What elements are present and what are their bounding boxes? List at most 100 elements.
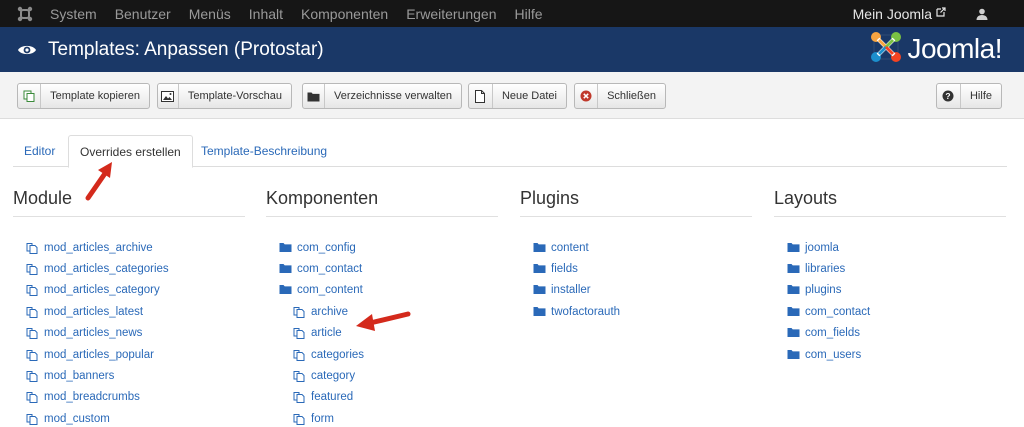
list-item-label: installer bbox=[551, 284, 591, 297]
user-icon[interactable] bbox=[976, 7, 990, 21]
plugins-column: Plugins content fields installer twofact… bbox=[520, 188, 752, 323]
manage-folders-button[interactable]: Verzeichnisse verwalten bbox=[302, 83, 462, 109]
list-item[interactable]: category bbox=[266, 365, 498, 386]
joomla-logo-icon[interactable] bbox=[16, 5, 34, 23]
folder-icon bbox=[279, 263, 292, 275]
list-item[interactable]: libraries bbox=[774, 258, 1006, 279]
file-icon bbox=[293, 327, 306, 340]
list-item[interactable]: form bbox=[266, 408, 498, 427]
file-icon bbox=[26, 263, 39, 276]
toolbar: Template kopieren Template-Vorschau Verz… bbox=[0, 72, 1024, 119]
list-item-label: mod_banners bbox=[44, 370, 115, 383]
menu-components[interactable]: Komponenten bbox=[301, 6, 388, 22]
folder-icon bbox=[787, 284, 800, 296]
list-item[interactable]: mod_articles_categories bbox=[13, 258, 245, 279]
joomla-brand: Joomla! bbox=[869, 31, 1002, 67]
list-item[interactable]: twofactorauth bbox=[520, 301, 752, 322]
folder-icon bbox=[787, 263, 800, 275]
list-item-label: archive bbox=[311, 305, 349, 318]
file-icon bbox=[293, 306, 306, 318]
folder-icon bbox=[533, 263, 546, 275]
list-item[interactable]: mod_articles_category bbox=[13, 280, 245, 301]
layouts-list: joomla libraries plugins com_contact com… bbox=[774, 237, 1006, 365]
list-item[interactable]: content bbox=[520, 237, 752, 258]
eye-icon bbox=[17, 43, 37, 57]
question-icon: ? bbox=[937, 84, 961, 108]
svg-text:?: ? bbox=[946, 91, 951, 101]
list-item-label: fields bbox=[551, 263, 578, 276]
list-item[interactable]: mod_custom bbox=[13, 408, 245, 427]
menu-extensions[interactable]: Erweiterungen bbox=[406, 6, 496, 22]
list-item-label: content bbox=[551, 241, 589, 254]
list-item-label: com_contact bbox=[297, 263, 363, 276]
file-icon bbox=[26, 370, 39, 383]
file-icon bbox=[469, 84, 493, 108]
list-item[interactable]: featured bbox=[266, 387, 498, 408]
menu-help[interactable]: Hilfe bbox=[514, 6, 542, 22]
menu-system[interactable]: System bbox=[50, 6, 97, 22]
list-item[interactable]: com_contact bbox=[266, 258, 498, 279]
list-item[interactable]: mod_articles_news bbox=[13, 323, 245, 344]
folder-icon bbox=[787, 242, 800, 254]
annotation-arrow-tab bbox=[85, 162, 112, 201]
copy-icon bbox=[18, 84, 42, 108]
list-item[interactable]: installer bbox=[520, 280, 752, 301]
menu-menus[interactable]: Menüs bbox=[189, 6, 231, 22]
list-item[interactable]: mod_articles_popular bbox=[13, 344, 245, 365]
file-icon bbox=[26, 413, 39, 425]
list-item-label: com_config bbox=[297, 241, 356, 254]
list-item[interactable]: mod_articles_latest bbox=[13, 301, 245, 322]
list-item[interactable]: joomla bbox=[774, 237, 1006, 258]
list-item-label: mod_articles_news bbox=[44, 327, 143, 340]
tab-editor[interactable]: Editor bbox=[13, 135, 66, 167]
list-item[interactable]: mod_breadcrumbs bbox=[13, 387, 245, 408]
file-icon bbox=[26, 306, 39, 318]
close-button[interactable]: Schließen bbox=[574, 83, 666, 109]
copy-template-button[interactable]: Template kopieren bbox=[17, 83, 150, 109]
file-icon bbox=[26, 349, 39, 361]
list-item-label: com_users bbox=[805, 348, 862, 361]
list-item[interactable]: plugins bbox=[774, 280, 1006, 301]
menu-users[interactable]: Benutzer bbox=[115, 6, 171, 22]
page-title: Templates: Anpassen (Protostar) bbox=[48, 38, 324, 60]
folder-icon bbox=[533, 306, 546, 318]
layouts-column: Layouts joomla libraries plugins com_con… bbox=[774, 188, 1006, 365]
new-file-button[interactable]: Neue Datei bbox=[468, 83, 567, 109]
list-item-label: category bbox=[311, 370, 356, 383]
list-item[interactable]: com_users bbox=[774, 344, 1006, 365]
module-list: mod_articles_archive mod_articles_catego… bbox=[13, 237, 245, 427]
list-item[interactable]: com_content bbox=[266, 280, 498, 301]
list-item-label: article bbox=[311, 327, 342, 340]
list-item[interactable]: mod_articles_archive bbox=[13, 237, 245, 258]
tab-template-description[interactable]: Template-Beschreibung bbox=[190, 135, 338, 167]
list-item-label: featured bbox=[311, 391, 354, 404]
list-item-label: plugins bbox=[805, 284, 842, 297]
help-button[interactable]: ? Hilfe bbox=[936, 83, 1002, 109]
site-link[interactable]: Mein Joomla bbox=[853, 6, 946, 22]
list-item-label: mod_articles_archive bbox=[44, 241, 153, 254]
list-item[interactable]: fields bbox=[520, 258, 752, 279]
list-item-label: com_fields bbox=[805, 327, 860, 340]
folder-icon bbox=[533, 284, 546, 296]
file-icon bbox=[26, 391, 39, 404]
folder-icon bbox=[279, 242, 292, 254]
manage-folders-label: Verzeichnisse verwalten bbox=[333, 90, 452, 102]
list-item-label: joomla bbox=[805, 241, 839, 254]
list-item[interactable]: categories bbox=[266, 344, 498, 365]
help-label: Hilfe bbox=[969, 90, 992, 102]
file-icon bbox=[26, 284, 39, 297]
joomla-brand-icon bbox=[869, 30, 903, 69]
folder-icon bbox=[303, 84, 325, 108]
list-item[interactable]: com_config bbox=[266, 237, 498, 258]
tab-bar: Editor Overrides erstellen Template-Besc… bbox=[13, 135, 1007, 168]
list-item[interactable]: com_fields bbox=[774, 323, 1006, 344]
list-item-label: mod_articles_popular bbox=[44, 348, 154, 361]
list-item-label: categories bbox=[311, 348, 365, 361]
folder-icon bbox=[787, 306, 800, 318]
menu-content[interactable]: Inhalt bbox=[249, 6, 283, 22]
list-item[interactable]: mod_banners bbox=[13, 365, 245, 386]
list-item[interactable]: com_contact bbox=[774, 301, 1006, 322]
file-icon bbox=[293, 349, 306, 361]
template-preview-button[interactable]: Template-Vorschau bbox=[157, 83, 292, 109]
file-icon bbox=[293, 370, 306, 383]
